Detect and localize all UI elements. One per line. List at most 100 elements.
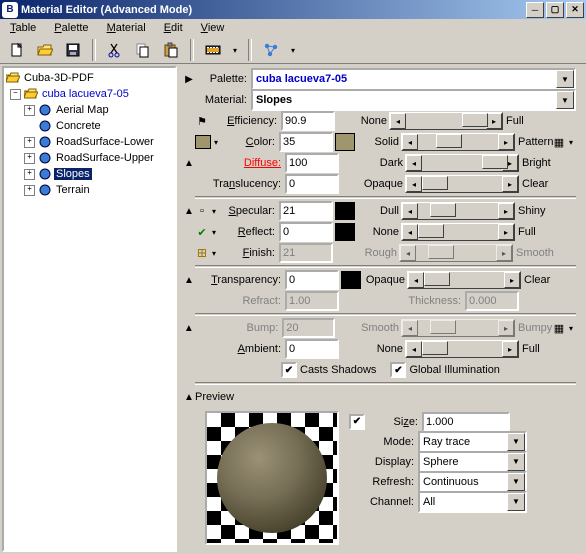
ambient-input[interactable]: 0 [285,339,339,359]
channel-combo[interactable]: All▼ [418,491,527,513]
size-input[interactable]: 1.000 [422,412,510,432]
tree-item[interactable]: +RoadSurface-Lower [4,134,175,150]
tree-panel[interactable]: Cuba-3D-PDF − cuba lacueva7-05 +Aerial M… [2,66,177,552]
tree-item[interactable]: +Terrain [4,182,175,198]
bump-menu[interactable]: ▾ [566,324,576,333]
section-collapse-icon[interactable]: ▲ [183,323,195,334]
tree-palette[interactable]: − cuba lacueva7-05 [4,86,175,102]
diffuse-input[interactable]: 100 [285,153,339,173]
new-button[interactable] [6,39,28,61]
efficiency-slider[interactable]: ◂▸ [389,112,503,130]
casts-shadows-checkbox[interactable]: ✔ [281,362,297,378]
expand-icon[interactable]: + [24,137,35,148]
link-icon: 𐌎 [195,246,209,260]
finish-label: Finish: [219,247,279,259]
copy-button[interactable] [132,39,154,61]
casts-shadows-label: Casts Shadows [300,364,376,376]
global-illumination-label: Global Illumination [409,364,500,376]
global-illumination-checkbox[interactable]: ✔ [390,362,406,378]
expand-icon[interactable]: + [24,153,35,164]
section-collapse-icon[interactable]: ▲ [183,392,195,403]
ambient-slider[interactable]: ◂▸ [405,340,519,358]
color-swatch[interactable] [335,133,355,151]
reflect-slider[interactable]: ◂▸ [401,223,515,241]
refresh-combo[interactable]: Continuous▼ [418,471,527,493]
tree-root[interactable]: Cuba-3D-PDF [4,70,175,86]
material-icon [38,119,52,133]
efficiency-input[interactable]: 90.9 [281,111,335,131]
graph-button[interactable] [260,39,282,61]
cube-icon: ▫ [195,204,209,218]
save-button[interactable] [62,39,84,61]
transparency-slider[interactable]: ◂▸ [407,271,521,289]
tree-item-selected[interactable]: +Slopes [4,166,175,182]
menu-view[interactable]: View [199,21,227,35]
material-icon [38,167,52,181]
specular-slider[interactable]: ◂▸ [401,202,515,220]
material-combo[interactable]: Slopes▼ [251,89,576,111]
specular-menu[interactable]: ▾ [209,207,219,216]
tree-item[interactable]: +Aerial Map [4,102,175,118]
menu-edit[interactable]: Edit [162,21,185,35]
pattern-menu[interactable]: ▾ [566,138,576,147]
section-collapse-icon[interactable]: ▲ [183,275,195,286]
cut-button[interactable] [104,39,126,61]
menu-material[interactable]: Material [105,21,148,35]
palette-combo[interactable]: cuba lacueva7-05▼ [251,68,576,90]
expand-icon[interactable]: + [24,169,35,180]
specular-input[interactable]: 21 [279,201,333,221]
transparency-swatch[interactable] [341,271,361,289]
color-icon[interactable] [195,135,211,149]
efficiency-label: Efficiency: [209,115,281,127]
color-slider[interactable]: ◂▸ [401,133,515,151]
bump-slider: ◂▸ [401,319,515,337]
menu-table[interactable]: Table [8,21,38,35]
reflect-input[interactable]: 0 [279,222,333,242]
animate-button[interactable] [202,39,224,61]
translucency-slider[interactable]: ◂▸ [405,175,519,193]
reflect-menu[interactable]: ▾ [209,228,219,237]
dropdown-icon[interactable]: ▼ [556,70,574,88]
specular-label: Specular: [219,205,279,217]
animate-dropdown[interactable]: ▾ [230,46,240,55]
open-button[interactable] [34,39,56,61]
material-label: Material: [195,94,251,106]
pattern-icon[interactable]: ▦ [552,135,566,149]
channel-label: Channel: [364,496,418,508]
finish-menu[interactable]: ▾ [209,249,219,258]
color-input[interactable]: 35 [279,132,333,152]
reflect-swatch[interactable] [335,223,355,241]
paste-button[interactable] [160,39,182,61]
section-collapse-icon[interactable]: ▲ [183,158,195,169]
close-button[interactable]: ✕ [566,2,584,18]
bump-map-icon[interactable]: ▦ [552,321,566,335]
refract-label: Refract: [195,295,285,307]
check-icon: ✔ [195,225,209,239]
tree-item[interactable]: +RoadSurface-Upper [4,150,175,166]
toolbar: ▾ ▾ [0,37,586,64]
display-combo[interactable]: Sphere▼ [418,451,527,473]
menu-palette[interactable]: Palette [52,21,90,35]
app-icon: B [2,2,18,18]
material-icon [38,183,52,197]
section-collapse-icon[interactable]: ▲ [183,206,195,217]
mode-combo[interactable]: Ray trace▼ [418,431,527,453]
minimize-button[interactable]: ─ [526,2,544,18]
expand-icon[interactable]: + [24,185,35,196]
dropdown-icon[interactable]: ▼ [556,91,574,109]
preview-thumbnail [205,411,339,545]
maximize-button[interactable]: ▢ [546,2,564,18]
translucency-input[interactable]: 0 [285,174,339,194]
graph-dropdown[interactable]: ▾ [288,46,298,55]
section-next-icon[interactable]: ▶ [183,74,195,85]
thickness-label: Thickness: [401,295,465,307]
collapse-icon[interactable]: − [10,89,21,100]
diffuse-slider[interactable]: ◂▸ [405,154,519,172]
transparency-input[interactable]: 0 [285,270,339,290]
bump-label: Bump: [195,322,283,334]
specular-swatch[interactable] [335,202,355,220]
color-menu[interactable]: ▾ [211,138,221,147]
size-checkbox[interactable]: ✔ [349,414,365,430]
expand-icon[interactable]: + [24,105,35,116]
tree-item[interactable]: Concrete [4,118,175,134]
